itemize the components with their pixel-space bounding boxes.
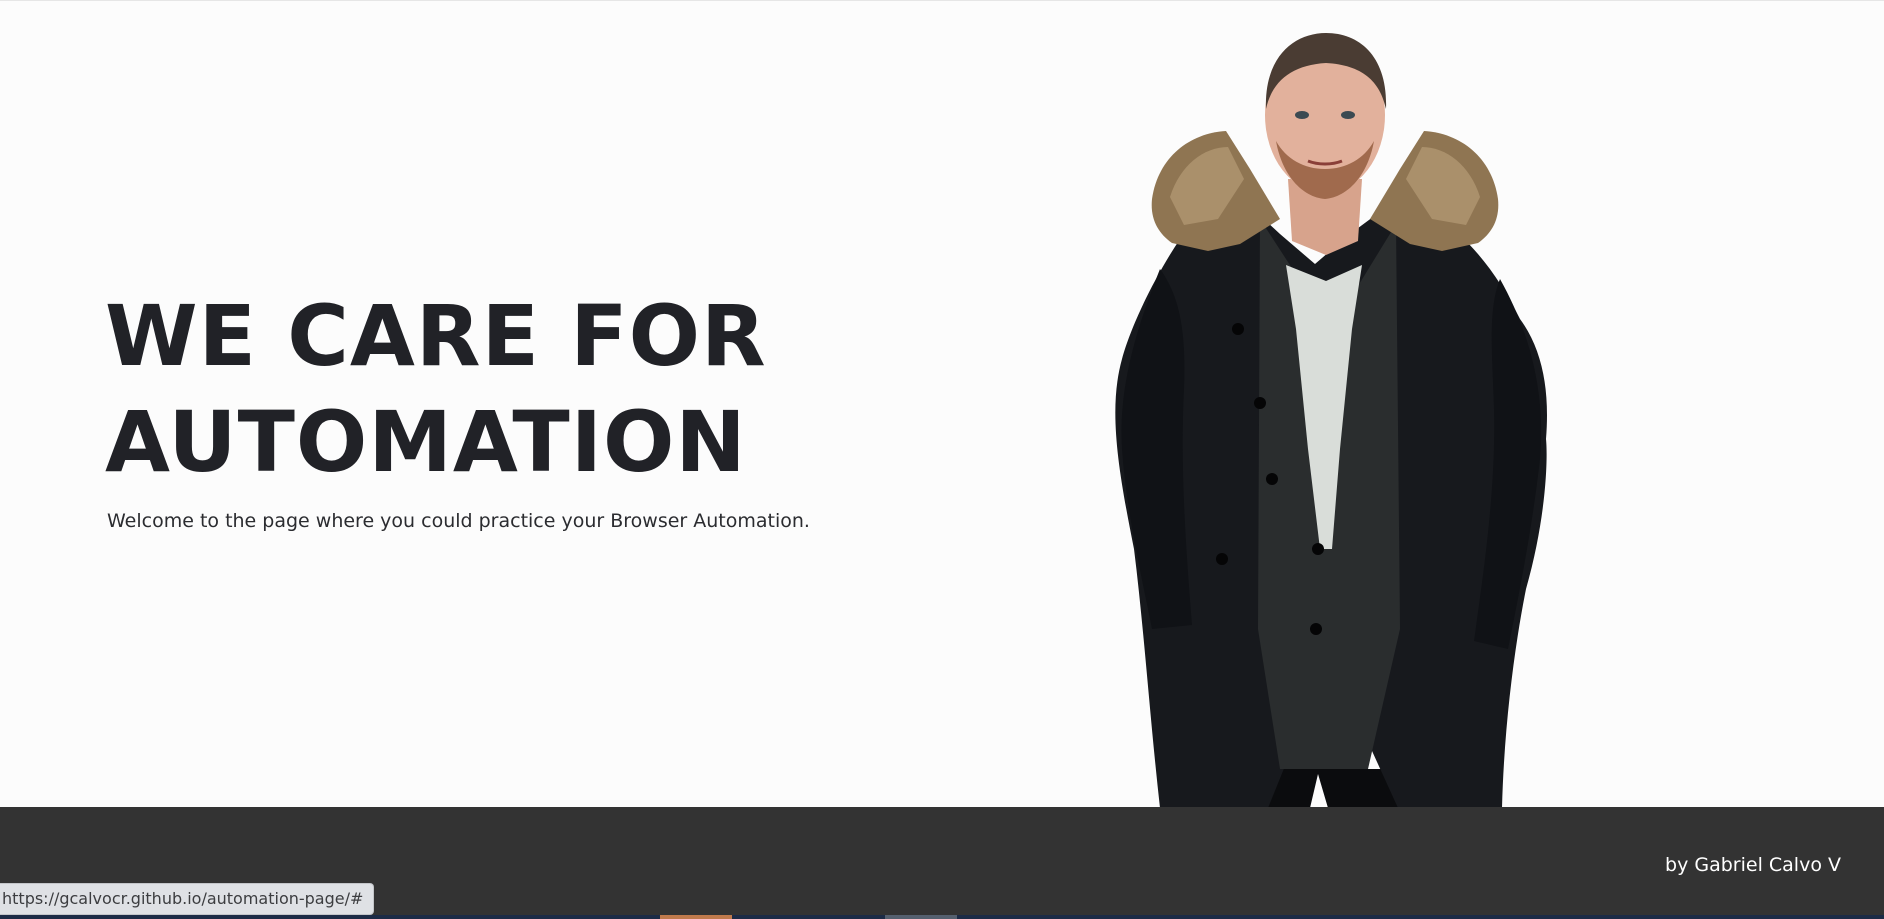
footer-credit: by Gabriel Calvo V	[1665, 854, 1841, 876]
coat-button	[1310, 623, 1322, 635]
hero-section: WE CARE FOR AUTOMATION Welcome to the pa…	[0, 1, 1884, 808]
hero-subtitle: Welcome to the page where you could prac…	[107, 510, 810, 532]
automation-landing-page: WE CARE FOR AUTOMATION Welcome to the pa…	[0, 0, 1884, 919]
taskbar-app-indicator	[660, 915, 732, 919]
person-figure	[1115, 33, 1547, 808]
link-status-tooltip: https://gcalvocr.github.io/automation-pa…	[0, 883, 375, 915]
taskbar-top-edge	[0, 915, 1884, 919]
coat-button	[1312, 543, 1324, 555]
taskbar-app-indicator	[885, 915, 957, 919]
coat-button	[1266, 473, 1278, 485]
person-eye	[1295, 111, 1309, 119]
coat-button	[1254, 397, 1266, 409]
hero-title: WE CARE FOR AUTOMATION	[105, 287, 767, 491]
coat-button	[1216, 553, 1228, 565]
coat-button	[1232, 323, 1244, 335]
person-eye	[1341, 111, 1355, 119]
hero-person-image	[1115, 33, 1547, 808]
